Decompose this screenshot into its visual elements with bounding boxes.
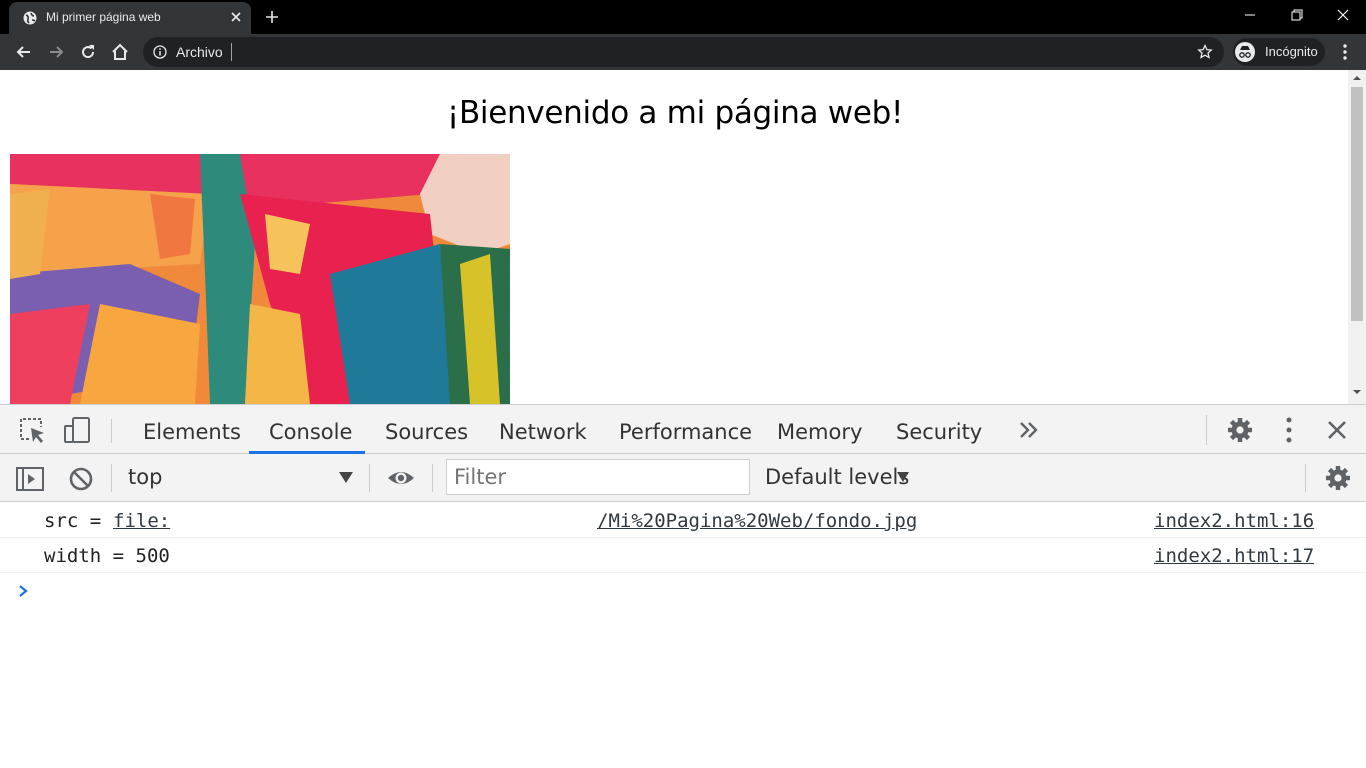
devtools-divider <box>1206 415 1207 445</box>
devtools-panel: Elements Console Sources Network Perform… <box>0 404 1366 768</box>
more-tabs-chevron-icon[interactable] <box>1016 418 1042 442</box>
show-console-sidebar-icon[interactable] <box>15 464 45 494</box>
page-viewport: ¡Bienvenido a mi página web! <box>2 70 1348 404</box>
console-prompt-chevron-icon[interactable] <box>16 583 30 599</box>
address-divider <box>231 43 232 61</box>
clear-console-icon[interactable] <box>66 464 96 494</box>
back-icon[interactable] <box>14 42 34 62</box>
settings-gear-icon[interactable] <box>1225 415 1255 445</box>
close-devtools-icon[interactable] <box>1323 416 1351 444</box>
scroll-down-arrow-icon[interactable] <box>1352 388 1362 396</box>
console-messages: src = file: /Mi%20Pagina%20Web/fondo.jpg… <box>0 503 1366 573</box>
reload-icon[interactable] <box>78 42 98 62</box>
message-prefix: src = <box>44 510 113 532</box>
message-source-link[interactable]: index2.html:16 <box>1154 510 1314 532</box>
tab-security[interactable]: Security <box>896 405 982 454</box>
message-prefix: width = 500 <box>44 545 170 567</box>
tab-memory[interactable]: Memory <box>777 405 862 454</box>
restore-icon[interactable] <box>1285 5 1309 25</box>
console-divider <box>1305 464 1306 492</box>
context-selector[interactable]: top <box>128 465 162 489</box>
incognito-icon <box>1235 42 1255 62</box>
console-divider <box>369 464 370 492</box>
home-icon[interactable] <box>110 42 130 62</box>
browser-toolbar: Archivo Incógnito <box>0 34 1366 70</box>
console-divider <box>111 464 112 492</box>
inspect-element-icon[interactable] <box>17 415 47 445</box>
console-message: src = file: /Mi%20Pagina%20Web/fondo.jpg… <box>0 503 1366 538</box>
context-dropdown-arrow-icon[interactable] <box>338 470 354 484</box>
devtools-menu-icon[interactable] <box>1274 415 1304 445</box>
more-menu-icon[interactable] <box>1336 43 1354 61</box>
console-settings-gear-icon[interactable] <box>1323 463 1353 493</box>
page-heading: ¡Bienvenido a mi página web! <box>446 95 904 131</box>
title-bar: Mi primer página web <box>0 0 1366 34</box>
tab-sources[interactable]: Sources <box>385 405 468 454</box>
tab-performance[interactable]: Performance <box>619 405 752 454</box>
close-tab-icon[interactable] <box>229 10 243 24</box>
scroll-up-arrow-icon[interactable] <box>1352 74 1362 82</box>
devtools-divider <box>111 419 112 443</box>
live-expression-eye-icon[interactable] <box>386 463 416 493</box>
levels-dropdown-arrow-icon[interactable] <box>896 470 910 484</box>
browser-tab[interactable]: Mi primer página web <box>9 2 251 34</box>
console-message: width = 500 index2.html:17 <box>0 538 1366 573</box>
console-filter-input[interactable] <box>446 459 750 495</box>
new-tab-icon[interactable] <box>264 9 280 25</box>
tab-network[interactable]: Network <box>499 405 587 454</box>
tab-console[interactable]: Console <box>269 405 352 454</box>
forward-icon[interactable] <box>46 42 66 62</box>
page-scrollbar[interactable] <box>1348 70 1366 404</box>
console-divider <box>432 464 433 492</box>
message-source-link[interactable]: index2.html:17 <box>1154 545 1314 567</box>
abstract-painting-image <box>10 154 510 404</box>
message-file-link[interactable]: file: <box>113 510 170 532</box>
address-bar[interactable]: Archivo <box>143 37 1224 67</box>
tab-title: Mi primer página web <box>46 10 161 24</box>
console-toolbar: top Default levels <box>0 454 1366 502</box>
incognito-label: Incógnito <box>1265 44 1318 59</box>
tab-elements[interactable]: Elements <box>143 405 241 454</box>
message-path-link[interactable]: /Mi%20Pagina%20Web/fondo.jpg <box>597 510 917 532</box>
incognito-badge[interactable]: Incógnito <box>1233 38 1325 66</box>
minimize-icon[interactable] <box>1238 5 1262 25</box>
bookmark-star-icon[interactable] <box>1197 44 1213 60</box>
device-toolbar-icon[interactable] <box>62 415 92 445</box>
globe-icon <box>23 11 37 25</box>
info-icon[interactable] <box>153 45 167 59</box>
close-window-icon[interactable] <box>1331 5 1355 25</box>
log-levels-dropdown[interactable]: Default levels <box>765 465 909 489</box>
scroll-thumb[interactable] <box>1351 87 1363 321</box>
devtools-tab-bar: Elements Console Sources Network Perform… <box>0 405 1366 454</box>
address-scheme-label: Archivo <box>176 44 223 60</box>
